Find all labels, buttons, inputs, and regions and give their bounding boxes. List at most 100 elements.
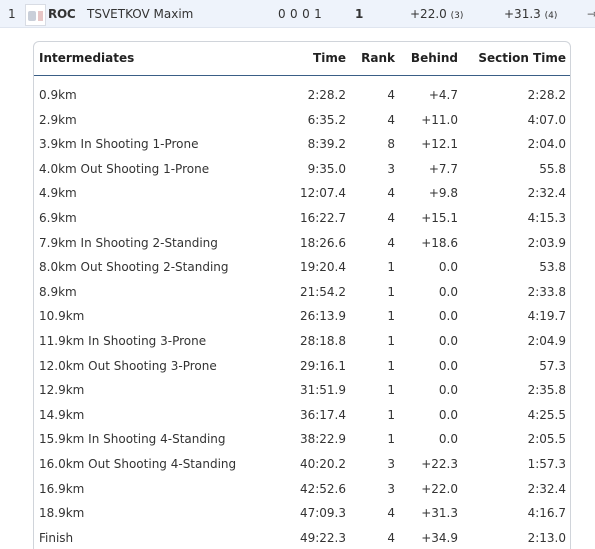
table-row: 11.9km In Shooting 3-Prone 28:18.8 1 0.0 2:0… [34, 329, 570, 353]
table-row: 12.0km Out Shooting 3-Prone 29:16.1 1 0.0 57… [34, 354, 570, 378]
time-cell: 42:52.6 [299, 481, 346, 496]
time-cell: 31:51.9 [299, 383, 346, 398]
behind-value: +22.0 [410, 7, 447, 21]
rank-cell: 3 [387, 481, 395, 496]
section-time-cell: 2:33.8 [527, 284, 566, 299]
header-time: Time [313, 51, 346, 65]
behind-cell: +15.1 [421, 211, 458, 225]
time-cell: 47:09.3 [299, 506, 346, 521]
section-time-cell: 1:57.3 [527, 457, 566, 471]
intermediate-label: 8.0km Out Shooting 2-Standing [39, 260, 229, 275]
intermediate-label: 4.9km [39, 186, 77, 201]
intermediate-label: 12.0km Out Shooting 3-Prone [39, 358, 217, 373]
rank-cell: 3 [387, 161, 395, 176]
table-row: 15.9km In Shooting 4-Standing 38:22.9 1 0.0… [34, 427, 570, 451]
behind-cell: +7.7 [428, 161, 458, 176]
time-cell: 29:16.1 [299, 358, 346, 373]
intermediate-label: 8.9km [39, 284, 77, 299]
rank-cell: 3 [387, 457, 395, 471]
penalty-total: 1 [355, 7, 364, 21]
rank-cell: 1 [387, 407, 395, 422]
rank-cell: 4 [387, 211, 395, 225]
behind-cell: 0.0 [438, 432, 458, 447]
rank-cell: 1 [387, 284, 395, 299]
table-row: 6.9km 16:22.7 4 +15.1 4:15.3 [34, 206, 570, 230]
time-cell: 18:26.6 [299, 235, 346, 250]
behind-cell: 0.0 [438, 358, 458, 373]
header-intermediates: Intermediates [39, 51, 135, 65]
section-time-cell: 4:15.3 [527, 211, 566, 225]
behind-cell: +18.6 [421, 235, 458, 250]
table-row: 18.9km 47:09.3 4 +31.3 4:16.7 [34, 501, 570, 525]
time-cell: 19:20.4 [299, 260, 346, 275]
behind-cell: 0.0 [438, 260, 458, 275]
behind-cell: +31.3 [421, 506, 458, 521]
time-cell: 36:17.4 [299, 407, 346, 422]
section-time-cell: 4:19.7 [527, 309, 566, 324]
rank-cell: 4 [387, 235, 395, 250]
intermediate-label: 12.9km [39, 383, 85, 398]
rank-cell: 4 [387, 112, 395, 127]
intermediate-label: 10.9km [39, 309, 85, 324]
table-row: 3.9km In Shooting 1-Prone 8:39.2 8 +12.1 2:0… [34, 132, 570, 156]
section-time-cell: 2:32.4 [527, 481, 566, 496]
athlete-noc: ROC [48, 7, 76, 21]
section-time-cell: 4:25.5 [527, 407, 566, 422]
behind-cell: 0.0 [438, 334, 458, 348]
time-cell: 2:28.2 [307, 88, 346, 102]
rank-cell: 4 [387, 88, 395, 102]
intermediate-label: 15.9km In Shooting 4-Standing [39, 432, 226, 447]
intermediate-label: 18.9km [39, 506, 85, 521]
section-time-cell: 2:28.2 [527, 88, 566, 102]
header-rank: Rank [361, 51, 395, 65]
behind-cell: +11.0 [421, 112, 458, 127]
intermediate-label: 2.9km [39, 112, 77, 127]
table-row: 2.9km 6:35.2 4 +11.0 4:07.0 [34, 108, 570, 132]
section-time-cell: 53.8 [539, 260, 566, 275]
arrow-right-icon[interactable]: → [587, 7, 595, 21]
shooting-results: 0 0 0 1 [278, 7, 323, 21]
time-cell: 40:20.2 [299, 457, 346, 471]
intermediate-label: 3.9km In Shooting 1-Prone [39, 137, 199, 152]
intermediate-label: 6.9km [39, 211, 77, 225]
intermediate-label: 16.0km Out Shooting 4-Standing [39, 457, 237, 471]
time-cell: 12:07.4 [299, 186, 346, 201]
behind-cell: +12.1 [421, 137, 458, 152]
table-row: 0.9km 2:28.2 4 +4.7 2:28.2 [34, 83, 570, 107]
time-cell: 28:18.8 [299, 334, 346, 348]
section-time-cell: 55.8 [539, 161, 566, 176]
time-cell: 21:54.2 [299, 284, 346, 299]
table-row: 8.9km 21:54.2 1 0.0 2:33.8 [34, 280, 570, 304]
athlete-name[interactable]: TSVETKOV Maxim [87, 7, 193, 21]
behind-cell: +34.9 [421, 530, 458, 545]
athlete-result-row[interactable]: 1 ROC TSVETKOV Maxim 0 0 0 1 1 +22.0 (3)… [0, 0, 595, 28]
athlete-position: 1 [8, 7, 16, 21]
intermediate-label: 16.9km [39, 481, 85, 496]
time-cell: 9:35.0 [307, 161, 346, 176]
intermediate-label: 11.9km In Shooting 3-Prone [39, 334, 207, 348]
table-row: 12.9km 31:51.9 1 0.0 2:35.8 [34, 378, 570, 402]
rank-cell: 1 [387, 309, 395, 324]
flag-icon [25, 4, 46, 26]
table-row: 10.9km 26:13.9 1 0.0 4:19.7 [34, 304, 570, 328]
section-time-cell: 2:35.8 [527, 383, 566, 398]
behind-cell: 0.0 [438, 407, 458, 422]
intermediate-label: Finish [39, 530, 74, 545]
table-row: 4.0km Out Shooting 1-Prone 9:35.0 3 +7.7 55.… [34, 157, 570, 181]
section-time-cell: 2:04.0 [527, 137, 566, 152]
intermediate-label: 4.0km Out Shooting 1-Prone [39, 161, 210, 176]
rank-cell: 1 [387, 432, 395, 447]
behind-cell: 0.0 [438, 284, 458, 299]
athlete-shooting-time: +31.3 (4) [504, 7, 557, 21]
rank-cell: 1 [387, 334, 395, 348]
behind-cell: 0.0 [438, 383, 458, 398]
intermediate-label: 0.9km [39, 88, 77, 102]
section-time-cell: 4:07.0 [527, 112, 566, 127]
table-row: 16.9km 42:52.6 3 +22.0 2:32.4 [34, 477, 570, 501]
behind-cell: +4.7 [428, 88, 458, 102]
intermediates-panel: Intermediates Time Rank Behind Section T… [33, 41, 571, 549]
behind-cell: +9.8 [428, 186, 458, 201]
table-row: 7.9km In Shooting 2-Standing 18:26.6 4 +18.… [34, 231, 570, 255]
intermediates-table-header: Intermediates Time Rank Behind Section T… [34, 42, 570, 76]
shooting-time-value: +31.3 [504, 7, 541, 21]
